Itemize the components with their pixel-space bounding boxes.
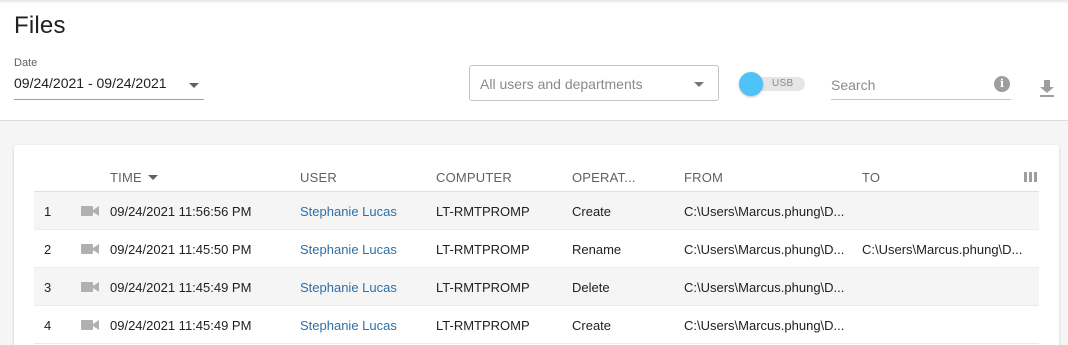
video-camera-icon[interactable]	[81, 242, 99, 256]
column-header-time[interactable]: TIME	[110, 170, 158, 185]
row-user-link[interactable]: Stephanie Lucas	[300, 280, 397, 295]
row-computer: LT-RMTPROMP	[436, 280, 530, 295]
usb-toggle-knob	[739, 72, 763, 96]
row-time: 09/24/2021 11:45:49 PM	[110, 280, 252, 295]
column-header-from[interactable]: FROM	[684, 170, 723, 185]
row-time: 09/24/2021 11:45:50 PM	[110, 242, 252, 257]
row-computer: LT-RMTPROMP	[436, 318, 530, 333]
sort-desc-icon[interactable]	[147, 175, 158, 180]
row-computer: LT-RMTPROMP	[436, 204, 530, 219]
date-range-value: 09/24/2021 - 09/24/2021	[14, 75, 167, 91]
video-camera-icon[interactable]	[81, 280, 99, 294]
chevron-down-icon	[694, 82, 704, 87]
video-camera-icon[interactable]	[81, 318, 99, 332]
row-number: 1	[44, 204, 52, 219]
table-row[interactable]: 2 09/24/2021 11:45:50 PM Stephanie Lucas…	[34, 230, 1039, 268]
page-title: Files	[14, 12, 66, 39]
usb-label: USB	[772, 78, 794, 89]
page-header: Files Date 09/24/2021 - 09/24/2021 All u…	[0, 0, 1068, 121]
row-from: C:\Users\Marcus.phung\D...	[684, 318, 845, 333]
column-header-operation[interactable]: OPERAT...	[572, 170, 636, 185]
row-computer: LT-RMTPROMP	[436, 242, 530, 257]
search-box: i	[831, 72, 1011, 100]
row-time: 09/24/2021 11:45:49 PM	[110, 318, 252, 333]
columns-icon[interactable]	[1024, 172, 1037, 182]
row-operation: Create	[572, 204, 612, 219]
table-row[interactable]: 4 09/24/2021 11:45:49 PM Stephanie Lucas…	[34, 306, 1039, 344]
table-row[interactable]: 1 09/24/2021 11:56:56 PM Stephanie Lucas…	[34, 192, 1039, 230]
info-icon[interactable]: i	[994, 76, 1010, 92]
row-user-link[interactable]: Stephanie Lucas	[300, 204, 397, 219]
row-from: C:\Users\Marcus.phung\D...	[684, 242, 845, 257]
usb-toggle[interactable]: USB	[739, 72, 807, 96]
row-number: 2	[44, 242, 52, 257]
row-to: C:\Users\Marcus.phung\D...	[862, 242, 1023, 257]
download-icon[interactable]	[1036, 78, 1058, 98]
row-operation: Delete	[572, 280, 610, 295]
row-number: 4	[44, 318, 52, 333]
row-time: 09/24/2021 11:56:56 PM	[110, 204, 252, 219]
row-user-link[interactable]: Stephanie Lucas	[300, 242, 397, 257]
column-header-user[interactable]: USER	[300, 170, 337, 185]
chevron-down-icon	[189, 83, 199, 88]
header-shadow	[0, 0, 1068, 4]
column-header-computer[interactable]: COMPUTER	[436, 170, 512, 185]
table-row[interactable]: 3 09/24/2021 11:45:49 PM Stephanie Lucas…	[34, 268, 1039, 306]
row-operation: Rename	[572, 242, 622, 257]
row-from: C:\Users\Marcus.phung\D...	[684, 204, 845, 219]
users-select-placeholder: All users and departments	[480, 76, 643, 92]
video-camera-icon[interactable]	[81, 204, 99, 218]
row-user-link[interactable]: Stephanie Lucas	[300, 318, 397, 333]
date-label: Date	[14, 57, 38, 69]
row-from: C:\Users\Marcus.phung\D...	[684, 280, 845, 295]
date-range-picker[interactable]: Date 09/24/2021 - 09/24/2021	[14, 57, 204, 100]
row-number: 3	[44, 280, 52, 295]
search-input[interactable]	[831, 74, 981, 96]
column-header-to[interactable]: TO	[862, 170, 880, 185]
row-operation: Create	[572, 318, 612, 333]
users-departments-select[interactable]: All users and departments	[469, 65, 719, 101]
